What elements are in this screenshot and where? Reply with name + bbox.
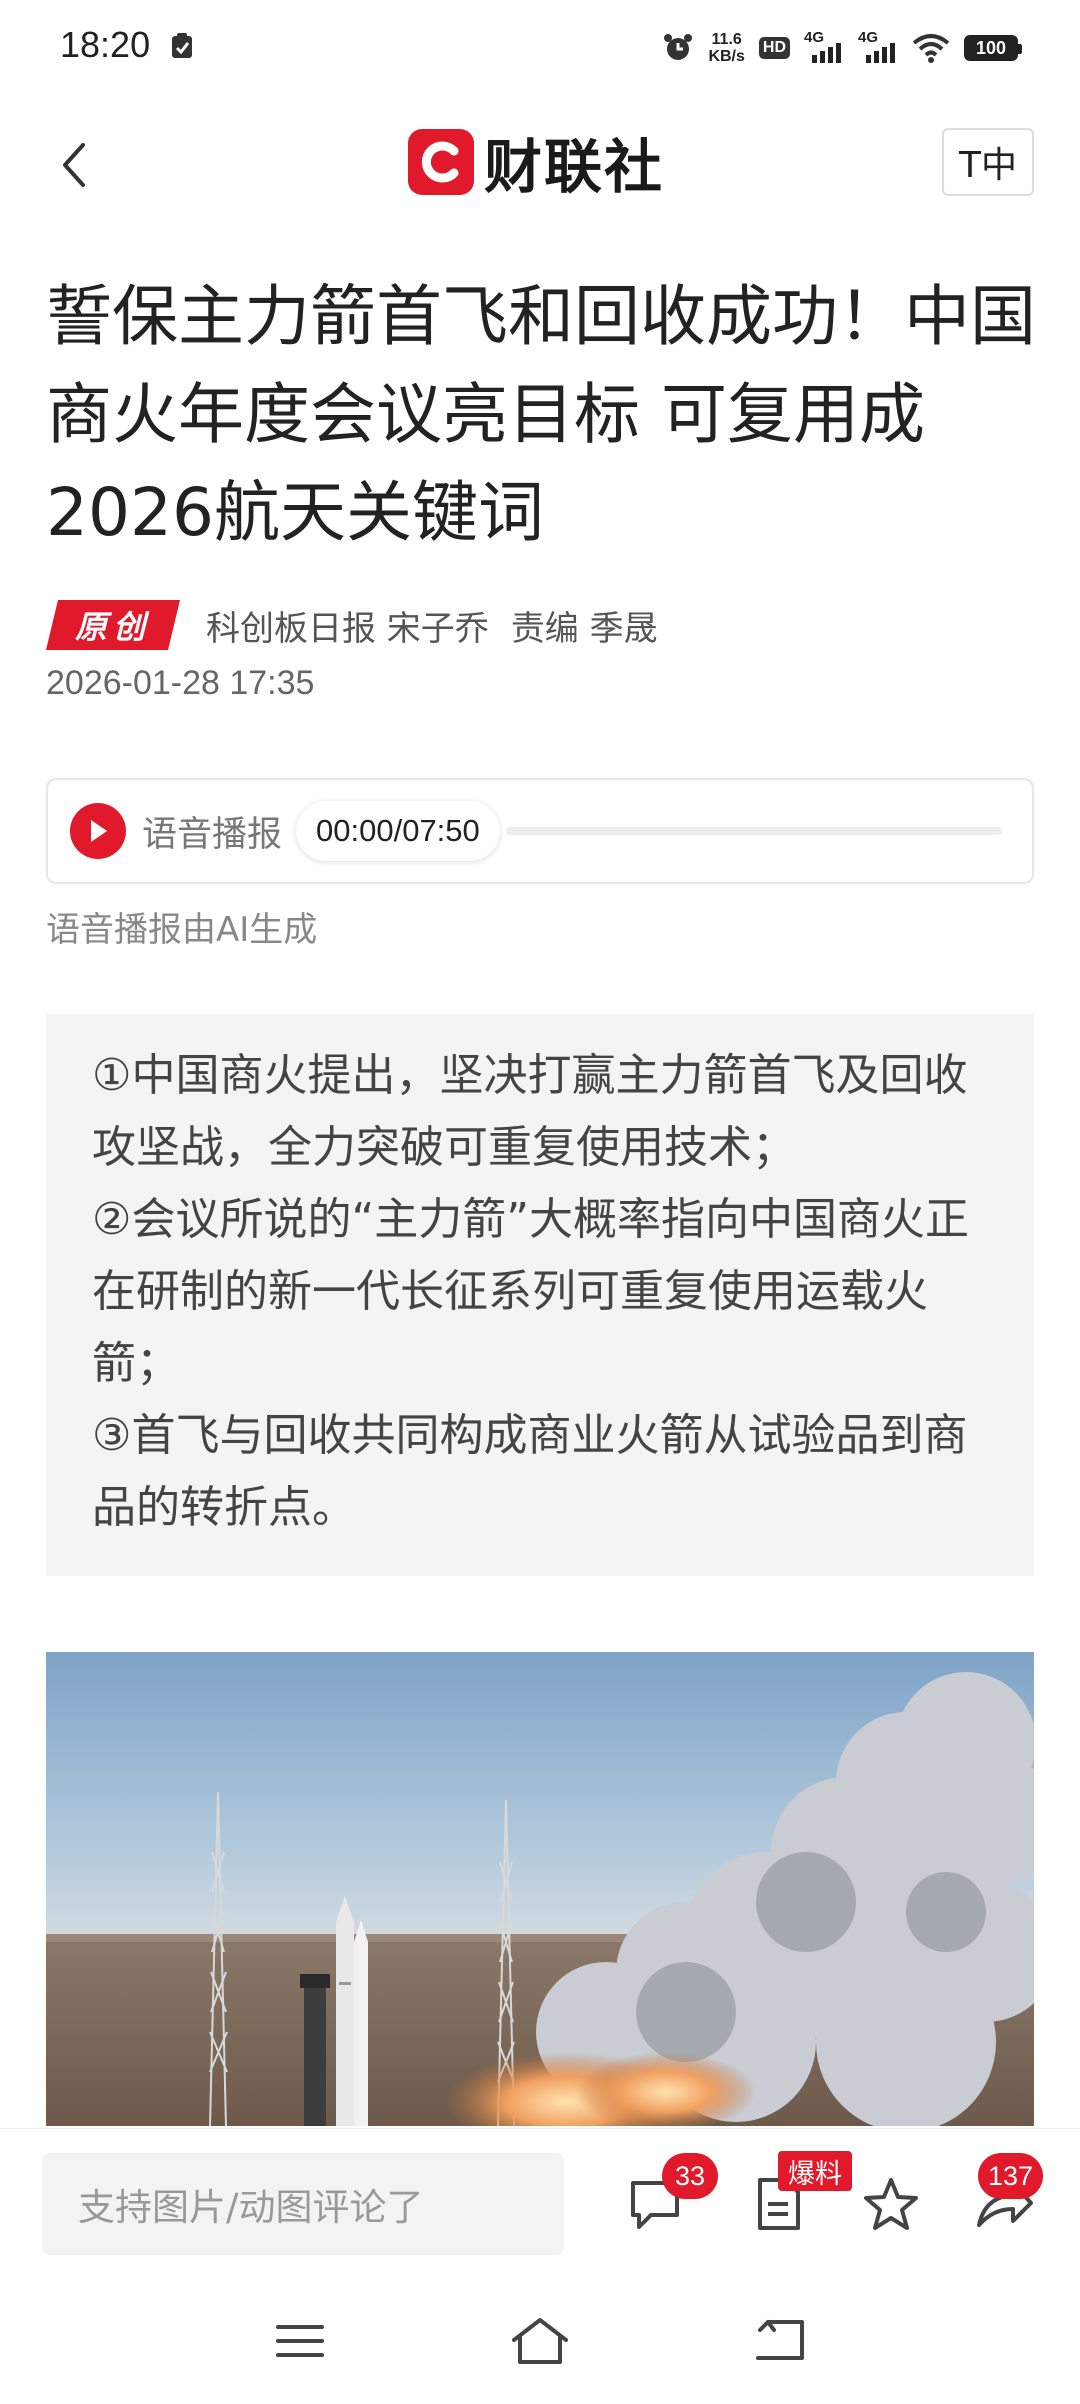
audio-progress-track[interactable] <box>505 827 1002 835</box>
logo-text: 财联社 <box>484 133 665 201</box>
net-speed: 11.6 KB/s <box>708 31 745 65</box>
signal-4g-icon: 4G <box>804 29 844 65</box>
play-button[interactable] <box>70 803 126 859</box>
home-icon <box>512 2318 568 2364</box>
alarm-icon <box>664 34 693 60</box>
menu-icon <box>276 2325 324 2357</box>
hd-voice-icon: HD <box>758 37 790 59</box>
report-tag-badge: 爆料 <box>778 2151 852 2191</box>
summary-point: ①中国商火提出，坚决打赢主力箭首飞及回收攻坚战，全力突破可重复使用技术； <box>92 1050 968 1173</box>
article-editor: 责编 季晟 <box>510 608 658 649</box>
font-size-toggle[interactable]: T中 <box>942 128 1034 196</box>
article-image[interactable] <box>46 1652 1034 2126</box>
status-icons: 11.6 KB/s HD 4G 4G 100 <box>662 26 1022 70</box>
summary-point: ②会议所说的“主力箭”大概率指向中国商火正在研制的新一代长征系列可重复使用运载火… <box>92 1194 970 1389</box>
return-button[interactable] <box>740 2306 820 2376</box>
article-meta: 原创 科创板日报 宋子乔 责编 季晟 <box>46 600 1036 650</box>
battery-icon: 100 <box>964 35 1022 61</box>
original-badge: 原创 <box>46 600 180 650</box>
back-button[interactable] <box>44 130 104 200</box>
audio-time[interactable]: 00:00/07:50 <box>296 801 500 861</box>
star-icon <box>864 2178 918 2230</box>
status-bar: 18:20 11.6 KB/s HD 4G 4G 100 <box>0 0 1080 96</box>
article-source[interactable]: 科创板日报 宋子乔 <box>206 601 489 650</box>
comment-count-badge: 33 <box>662 2153 718 2199</box>
clipboard-check-icon <box>172 33 192 58</box>
article-summary: ①中国商火提出，坚决打赢主力箭首飞及回收攻坚战，全力突破可重复使用技术； ②会议… <box>46 1014 1034 1576</box>
comment-input[interactable]: 支持图片/动图评论了 <box>42 2153 564 2255</box>
back-icon <box>63 143 85 187</box>
logo-c-icon <box>408 129 474 195</box>
audio-label: 语音播报 <box>142 814 283 855</box>
rocket-launch-image <box>46 1652 1034 2126</box>
favorite-button[interactable] <box>856 2169 926 2239</box>
home-button[interactable] <box>500 2306 580 2376</box>
bottom-action-bar: 支持图片/动图评论了 33 爆料 137 <box>0 2128 1080 2268</box>
article-title: 誓保主力箭首飞和回收成功！中国商火年度会议亮目标 可复用成2026航天关键词 <box>46 278 1036 551</box>
system-nav-bar <box>0 2270 1080 2404</box>
return-icon <box>756 2320 804 2360</box>
play-icon <box>91 820 107 842</box>
app-logo: 财联社 <box>408 126 664 201</box>
menu-button[interactable] <box>260 2306 340 2376</box>
summary-point: ③首飞与回收共同构成商业火箭从试验品到商品的转折点。 <box>92 1410 968 1533</box>
article-header: 财联社 T中 <box>0 100 1080 230</box>
share-count-badge: 137 <box>978 2153 1044 2199</box>
wifi-icon <box>912 34 950 63</box>
audio-player: 语音播报 00:00/07:50 <box>46 778 1034 884</box>
audio-note: 语音播报由AI生成 <box>46 910 318 950</box>
article-date: 2026-01-28 17:35 <box>46 664 315 702</box>
status-time: 18:20 <box>60 24 151 65</box>
signal-4g-icon-2: 4G <box>858 29 898 65</box>
